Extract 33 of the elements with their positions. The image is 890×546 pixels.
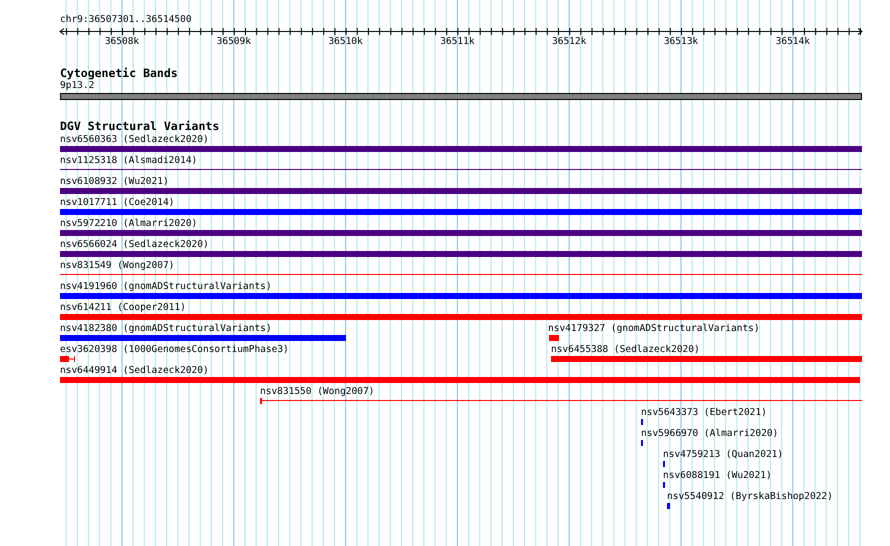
variant-label: nsv5966970 (Almarri2020) (641, 428, 778, 440)
variant-line[interactable] (60, 167, 862, 173)
variant-label: nsv5972210 (Almarri2020) (60, 218, 198, 230)
variant-label: nsv5643373 (Ebert2021) (641, 407, 767, 419)
variant-label: nsv4179327 (gnomADStructuralVariants) (548, 323, 760, 335)
variant-label: nsv614211 (Cooper2011) (60, 302, 186, 314)
ruler-label: 36514k (776, 36, 810, 48)
variant-label: nsv6566024 (Sedlazeck2020) (60, 239, 209, 251)
ruler-label: 36508k (104, 36, 140, 48)
track-title: Cytogenetic Bands (60, 67, 179, 80)
ruler-label: 36510k (328, 36, 363, 48)
track-title: DGV Structural Variants (60, 120, 220, 133)
variant-label: nsv6108932 (Wu2021) (60, 176, 169, 188)
variant-label: nsv6088191 (Wu2021) (663, 470, 772, 482)
variant-bar[interactable] (60, 356, 75, 362)
ruler-label: 36511k (440, 36, 475, 48)
band-label: 9p13.2 (60, 80, 96, 92)
variant-label: nsv5540912 (ByrskaBishop2022) (667, 491, 833, 503)
variant-label: nsv1125318 (Alsmadi2014) (60, 155, 198, 167)
variant-label: nsv1017711 (Coe2014) (60, 197, 174, 209)
ruler-label: 36513k (664, 36, 698, 48)
variant-label: nsv6560363 (Sedlazeck2020) (60, 134, 209, 146)
variant-label: nsv831549 (Wong2007) (60, 260, 174, 272)
variant-label: nsv6449914 (Sedlazeck2020) (60, 365, 209, 377)
ruler-label: 36512k (552, 36, 586, 48)
variant-label: nsv4182380 (gnomADStructuralVariants) (60, 323, 272, 335)
ruler-label: 36509k (216, 36, 251, 48)
variant-label: esv3620398 (1000GenomesConsortiumPhase3) (60, 344, 289, 356)
variant-label: nsv4191960 (gnomADStructuralVariants) (60, 281, 272, 293)
location-label: chr9:36507301..36514500 (60, 14, 193, 26)
variant-label: nsv4759213 (Quan2021) (663, 449, 784, 461)
variant-label: nsv6455388 (Sedlazeck2020) (551, 344, 700, 356)
variant-label: nsv831550 (Wong2007) (260, 386, 374, 398)
